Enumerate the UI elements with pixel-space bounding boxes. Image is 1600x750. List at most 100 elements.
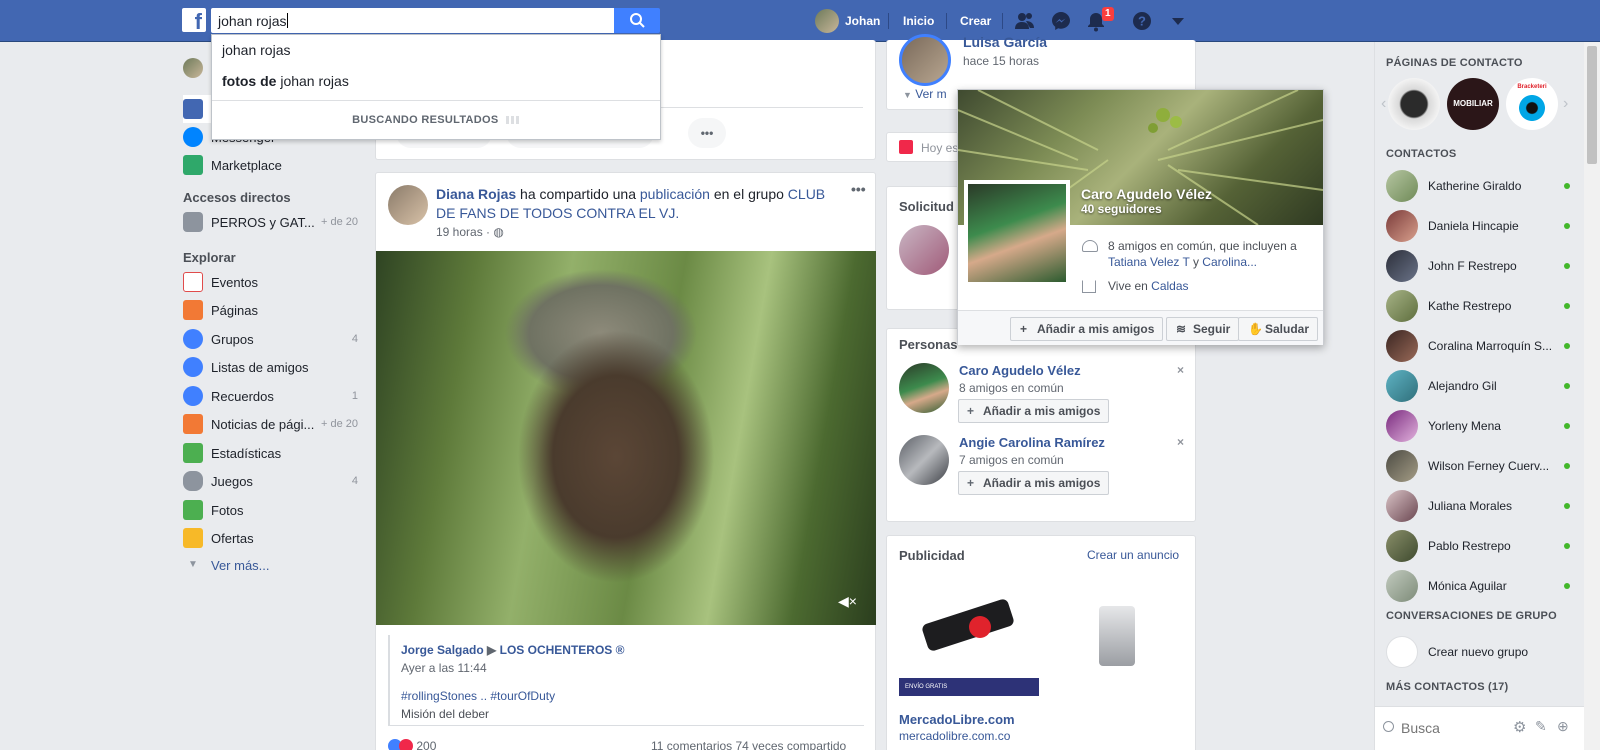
page-scrollbar-thumb[interactable] xyxy=(1587,46,1597,164)
add-friend-button[interactable]: + Añadir a mis amigos xyxy=(958,399,1110,423)
nav-groups[interactable]: Grupos 4 xyxy=(183,325,358,353)
hovercard-name-link[interactable]: Caro Agudelo Vélez xyxy=(1081,186,1212,202)
add-friend-icon: + xyxy=(967,404,975,418)
hovercard-profile-photo[interactable] xyxy=(964,180,1070,286)
contact-page-avatar[interactable]: Bracketeri xyxy=(1506,78,1558,130)
ad-image-2[interactable] xyxy=(1047,576,1187,696)
chevron-left-icon[interactable]: ‹ xyxy=(1381,95,1386,113)
groups-icon xyxy=(183,329,203,349)
contact-item[interactable]: Juliana Morales xyxy=(1386,487,1576,525)
engagement-summary[interactable]: 11 comentarios 74 veces compartido xyxy=(651,739,846,750)
contacts-heading: CONTACTOS xyxy=(1386,148,1457,160)
new-group-chat-icon[interactable]: ⊕ xyxy=(1557,718,1569,735)
post-video[interactable]: ◀× xyxy=(376,251,876,625)
contact-item[interactable]: Katherine Giraldo xyxy=(1386,167,1576,205)
request-avatar[interactable] xyxy=(899,225,949,275)
quote-group-link[interactable]: LOS OCHENTEROS ® xyxy=(500,643,625,657)
contact-item[interactable]: John F Restrepo xyxy=(1386,247,1576,285)
nav-offers[interactable]: Ofertas xyxy=(183,524,358,552)
luisa-avatar[interactable] xyxy=(899,34,951,86)
reactions-summary[interactable]: 200 xyxy=(388,739,436,750)
mutual-friend-link[interactable]: Tatiana Velez T xyxy=(1108,255,1190,269)
comments-count[interactable]: 11 comentarios xyxy=(651,739,732,750)
contact-item[interactable]: Kathe Restrepo xyxy=(1386,287,1576,325)
search-suggestion-item[interactable]: fotos de johan rojas xyxy=(212,66,660,96)
city-link[interactable]: Caldas xyxy=(1151,279,1188,293)
nav-events[interactable]: Eventos xyxy=(183,268,358,296)
suggestion-avatar[interactable] xyxy=(899,363,949,413)
contact-item[interactable]: Yorleny Mena xyxy=(1386,407,1576,445)
suggestion-name-link[interactable]: Angie Carolina Ramírez xyxy=(959,435,1105,450)
contact-page-avatar[interactable]: MOBILIAR xyxy=(1447,78,1499,130)
profile-avatar[interactable] xyxy=(815,9,839,33)
dismiss-close-icon[interactable]: × xyxy=(1177,435,1184,449)
suggestion-name-link[interactable]: Caro Agudelo Vélez xyxy=(959,363,1081,378)
online-status-dot xyxy=(1564,583,1570,589)
nav-pages-feed[interactable]: Noticias de pági... + de 20 xyxy=(183,410,358,438)
post-timestamp[interactable]: 19 horas · ◍ xyxy=(436,225,504,239)
quote-author-link[interactable]: Jorge Salgado xyxy=(401,643,484,657)
online-status-dot xyxy=(1564,183,1570,189)
nav-games[interactable]: Juegos 4 xyxy=(183,467,358,495)
chevron-right-icon[interactable]: › xyxy=(1563,95,1568,113)
nav-memories[interactable]: Recuerdos 1 xyxy=(183,382,358,410)
search-input-value: johan rojas xyxy=(218,13,287,29)
contact-item[interactable]: Daniela Hincapie xyxy=(1386,207,1576,245)
create-group-item[interactable]: Crear nuevo grupo xyxy=(1386,633,1576,671)
profile-link[interactable]: Johan xyxy=(845,0,880,42)
nav-see-more[interactable]: ▼ Ver más... xyxy=(183,551,358,579)
reaction-count: 200 xyxy=(416,739,437,750)
contact-item[interactable]: Alejandro Gil xyxy=(1386,367,1576,405)
account-menu-chevron-down-icon[interactable] xyxy=(1167,10,1189,32)
ad-image[interactable]: ENVÍO GRATIS xyxy=(899,576,1039,696)
nav-friend-lists[interactable]: Listas de amigos xyxy=(183,353,358,381)
nav-marketplace[interactable]: Marketplace xyxy=(183,151,358,179)
messenger-icon[interactable] xyxy=(1050,10,1072,32)
create-ad-link[interactable]: Crear un anuncio xyxy=(1087,548,1179,562)
post-in-group-text: en el grupo xyxy=(709,186,788,202)
contact-item[interactable]: Wilson Ferney Cuerv... xyxy=(1386,447,1576,485)
online-status-dot xyxy=(1564,383,1570,389)
nav-pages[interactable]: Páginas xyxy=(183,296,358,324)
luisa-name-link[interactable]: Luisa García xyxy=(963,34,1047,50)
shares-count[interactable]: 74 veces compartido xyxy=(736,739,847,750)
see-more-link[interactable]: ▼ Ver m xyxy=(903,87,947,101)
post-link[interactable]: publicación xyxy=(640,186,710,202)
quote-header: Jorge Salgado ▶ LOS OCHENTEROS ® xyxy=(401,643,864,657)
quote-hashtags[interactable]: #rollingStones .. #tourOfDuty xyxy=(401,689,864,703)
chat-search-input[interactable] xyxy=(1401,717,1501,739)
contact-item[interactable]: Pablo Restrepo xyxy=(1386,527,1576,565)
hovercard-follow-button[interactable]: ≋ Seguir xyxy=(1166,317,1240,341)
help-icon[interactable]: ? xyxy=(1131,10,1153,32)
dismiss-close-icon[interactable]: × xyxy=(1177,363,1184,377)
contact-page-avatar[interactable] xyxy=(1388,78,1440,130)
contact-avatar xyxy=(1386,330,1418,362)
shortcut-group[interactable]: PERROS y GAT... + de 20 xyxy=(183,208,358,236)
mute-icon[interactable]: ◀× xyxy=(838,593,857,610)
search-input[interactable]: johan rojas xyxy=(211,8,615,33)
post-options-button[interactable]: ••• xyxy=(851,181,866,197)
lives-prefix: Vive en xyxy=(1108,279,1152,293)
memories-clock-icon xyxy=(183,386,203,406)
nav-insights[interactable]: Estadísticas xyxy=(183,439,358,467)
add-friend-button[interactable]: + Añadir a mis amigos xyxy=(958,471,1110,495)
facebook-logo-icon[interactable]: f xyxy=(182,8,206,34)
contact-item[interactable]: Coralina Marroquín S... xyxy=(1386,327,1576,365)
post-author-avatar[interactable] xyxy=(388,185,428,225)
nav-photos[interactable]: Fotos xyxy=(183,496,358,524)
search-button[interactable] xyxy=(614,8,660,33)
composer-more-button[interactable]: ••• xyxy=(688,118,726,148)
mutual-friend-link[interactable]: Carolina... xyxy=(1202,255,1257,269)
post-author-link[interactable]: Diana Rojas xyxy=(436,186,516,202)
suggestion-avatar[interactable] xyxy=(899,435,949,485)
search-suggestion-item[interactable]: johan rojas xyxy=(212,35,660,65)
compose-icon[interactable]: ✎ xyxy=(1535,718,1547,735)
ad-title-link[interactable]: MercadoLibre.com xyxy=(899,712,1015,727)
nav-label: Noticias de pági... xyxy=(211,416,315,432)
hovercard-add-friend-button[interactable]: + Añadir a mis amigos xyxy=(1010,317,1164,341)
hovercard-wave-button[interactable]: ✋ Saludar xyxy=(1238,317,1319,341)
post-time: 19 horas xyxy=(436,225,483,239)
friend-requests-icon[interactable] xyxy=(1014,10,1036,32)
gear-icon[interactable]: ⚙ xyxy=(1513,718,1526,736)
contact-item[interactable]: Mónica Aguilar xyxy=(1386,567,1576,605)
